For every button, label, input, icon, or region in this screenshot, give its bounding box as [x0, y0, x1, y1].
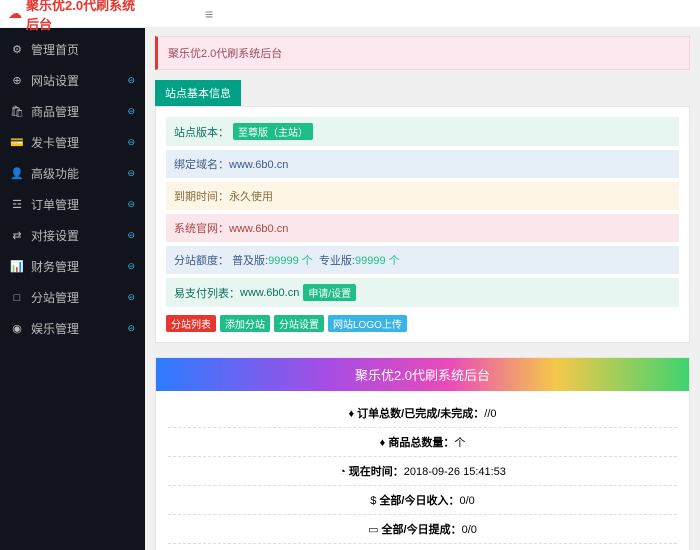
site-info-panel: 站点版本： 至尊版（主站） 绑定域名：www.6b0.cn 到期时间：永久使用 … — [155, 106, 690, 343]
sidebar-item-5[interactable]: ☲ 订单管理 ⊖ — [0, 189, 145, 220]
menu-toggle-icon[interactable]: ≡ — [205, 6, 213, 22]
chevron-icon: ⊖ — [127, 261, 135, 272]
dashboard-panel: 聚乐优2.0代刷系统后台 ♦ 订单总数/已完成/未完成：//0♦ 商品总数量：个… — [155, 357, 690, 550]
sidebar-label: 对接设置 — [31, 227, 79, 244]
row-version: 站点版本： 至尊版（主站） — [166, 117, 679, 146]
sidebar-icon: 💳 — [10, 136, 24, 149]
sidebar-icon: 👤 — [10, 167, 24, 180]
sidebar-label: 分站管理 — [31, 289, 79, 306]
row-expire: 到期时间：永久使用 — [166, 182, 679, 210]
chevron-icon: ⊖ — [127, 75, 135, 86]
version-tag: 至尊版（主站） — [233, 123, 313, 140]
stat-row-1: ♦ 商品总数量：个 — [168, 428, 677, 457]
stat-row-3: $ 全部/今日收入：0/0 — [168, 486, 677, 515]
sidebar-item-0[interactable]: ⚙ 管理首页 — [0, 34, 145, 65]
sidebar-item-2[interactable]: 🛍 商品管理 ⊖ — [0, 96, 145, 127]
sidebar-item-1[interactable]: ⊕ 网站设置 ⊖ — [0, 65, 145, 96]
stat-row-2: ◔ 现在时间：2018-09-26 15:41:53 — [168, 457, 677, 486]
sidebar-icon: 🛍 — [10, 105, 24, 118]
row-pay: 易支付列表：www.6b0.cn 申请/设置 — [166, 278, 679, 307]
row-official: 系统官网：www.6b0.cn — [166, 214, 679, 242]
sidebar-label: 发卡管理 — [31, 134, 79, 151]
sidebar-item-8[interactable]: □ 分站管理 ⊖ — [0, 282, 145, 313]
brand-text: 聚乐优2.0代刷系统后台 — [26, 0, 145, 33]
chevron-icon: ⊖ — [127, 168, 135, 179]
sidebar-label: 订单管理 — [31, 196, 79, 213]
main-content: 聚乐优2.0代刷系统后台 站点基本信息 站点版本： 至尊版（主站） 绑定域名：w… — [145, 0, 700, 550]
sidebar-icon: 📊 — [10, 260, 24, 273]
row-quota: 分站额度： 普及版:99999 个 专业版:99999 个 — [166, 246, 679, 274]
panel-title: 聚乐优2.0代刷系统后台 — [156, 358, 689, 391]
cloud-icon: ☁ — [8, 5, 22, 22]
sidebar-icon: ☲ — [10, 198, 24, 211]
brand: ☁ 聚乐优2.0代刷系统后台 — [0, 0, 145, 33]
quick-link-3[interactable]: 网站LOGO上传 — [328, 315, 407, 332]
sidebar-icon: □ — [10, 292, 24, 304]
quick-links: 分站列表添加分站分站设置网站LOGO上传 — [166, 315, 679, 332]
alert-banner: 聚乐优2.0代刷系统后台 — [155, 36, 690, 70]
sidebar-item-9[interactable]: ◉ 娱乐管理 ⊖ — [0, 313, 145, 344]
sidebar-label: 娱乐管理 — [31, 320, 79, 337]
row-domain: 绑定域名：www.6b0.cn — [166, 150, 679, 178]
chevron-icon: ⊖ — [127, 323, 135, 334]
stat-row-0: ♦ 订单总数/已完成/未完成：//0 — [168, 399, 677, 428]
site-info-title: 站点基本信息 — [155, 80, 241, 106]
sidebar-label: 管理首页 — [31, 41, 79, 58]
sidebar-icon: ⊕ — [10, 74, 24, 87]
sidebar-item-6[interactable]: ⇄ 对接设置 ⊖ — [0, 220, 145, 251]
pay-apply-link[interactable]: 申请/设置 — [303, 284, 356, 301]
sidebar: ⚙ 管理首页 ⊕ 网站设置 ⊖ 🛍 商品管理 ⊖ 💳 发卡管理 ⊖ 👤 高级功能 ⊖ ☲ 订单管理 ⊖ ⇄ 对接设置… — [0, 0, 145, 550]
chevron-icon: ⊖ — [127, 230, 135, 241]
sidebar-label: 商品管理 — [31, 103, 79, 120]
sidebar-label: 高级功能 — [31, 165, 79, 182]
sidebar-label: 网站设置 — [31, 72, 79, 89]
sidebar-item-7[interactable]: 📊 财务管理 ⊖ — [0, 251, 145, 282]
sidebar-item-4[interactable]: 👤 高级功能 ⊖ — [0, 158, 145, 189]
quick-link-0[interactable]: 分站列表 — [166, 315, 216, 332]
quick-link-2[interactable]: 分站设置 — [274, 315, 324, 332]
sidebar-icon: ⇄ — [10, 229, 24, 242]
quick-link-1[interactable]: 添加分站 — [220, 315, 270, 332]
sidebar-label: 财务管理 — [31, 258, 79, 275]
stat-row-5: ★ 分站数量：高级分站：/普通分站： — [168, 544, 677, 550]
chevron-icon: ⊖ — [127, 106, 135, 117]
chevron-icon: ⊖ — [127, 137, 135, 148]
chevron-icon: ⊖ — [127, 292, 135, 303]
chevron-icon: ⊖ — [127, 199, 135, 210]
sidebar-icon: ◉ — [10, 322, 24, 335]
sidebar-item-3[interactable]: 💳 发卡管理 ⊖ — [0, 127, 145, 158]
stat-row-4: ▭ 全部/今日提成：0/0 — [168, 515, 677, 544]
sidebar-icon: ⚙ — [10, 43, 24, 56]
